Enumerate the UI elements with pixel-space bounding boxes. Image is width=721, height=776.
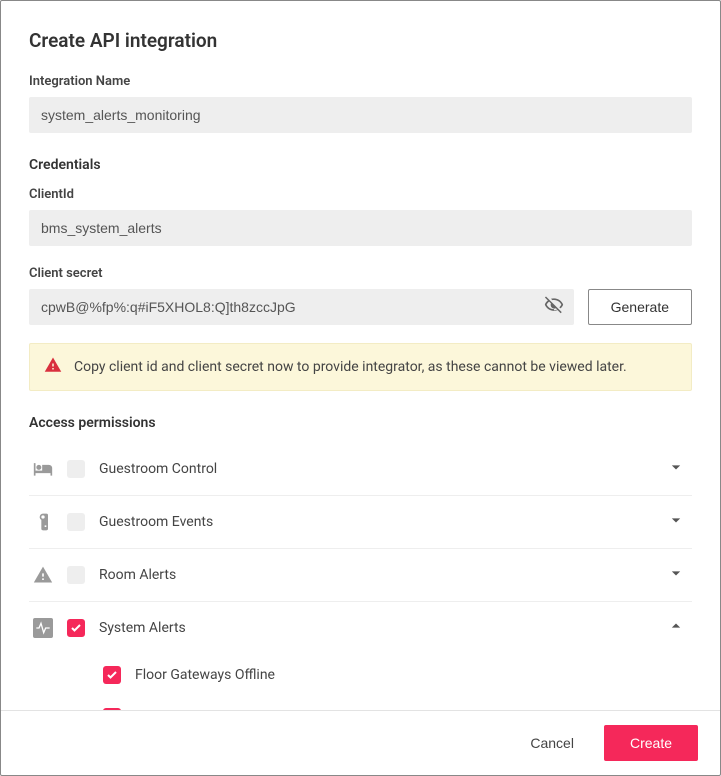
warning-banner: Copy client id and client secret now to … bbox=[29, 343, 692, 391]
integration-name-input[interactable] bbox=[29, 97, 692, 133]
permission-row-guestroom-control[interactable]: Guestroom Control bbox=[29, 443, 692, 496]
dialog-footer: Cancel Create bbox=[1, 710, 720, 775]
checkbox-room-alerts[interactable] bbox=[67, 566, 85, 584]
chevron-down-icon[interactable] bbox=[666, 510, 686, 534]
dialog-title: Create API integration bbox=[29, 29, 692, 52]
permission-row-guestroom-events[interactable]: Guestroom Events bbox=[29, 496, 692, 549]
permission-label: Guestroom Control bbox=[99, 461, 652, 477]
permission-row-system-alerts[interactable]: System Alerts bbox=[29, 602, 692, 654]
client-id-label: ClientId bbox=[29, 187, 692, 202]
warning-triangle-icon bbox=[33, 565, 53, 585]
create-api-integration-dialog: Create API integration Integration Name … bbox=[0, 0, 721, 776]
sub-permission-floor-gateways-offline[interactable]: Floor Gateways Offline bbox=[29, 654, 692, 696]
chevron-down-icon[interactable] bbox=[666, 563, 686, 587]
create-button[interactable]: Create bbox=[604, 725, 698, 761]
checkbox-system-alerts[interactable] bbox=[67, 619, 85, 637]
permission-label: Guestroom Events bbox=[99, 514, 652, 530]
warning-icon bbox=[44, 356, 62, 378]
sub-permission-fias-offline[interactable]: FIAS Offline bbox=[29, 696, 692, 710]
dialog-body: Create API integration Integration Name … bbox=[1, 1, 720, 710]
chevron-down-icon[interactable] bbox=[666, 457, 686, 481]
permission-row-room-alerts[interactable]: Room Alerts bbox=[29, 549, 692, 602]
warning-text: Copy client id and client secret now to … bbox=[74, 359, 627, 375]
doorhanger-icon bbox=[33, 512, 53, 532]
integration-name-label: Integration Name bbox=[29, 74, 692, 89]
permissions-list: Guestroom Control Guestroom Events bbox=[29, 443, 692, 710]
permission-label: System Alerts bbox=[99, 620, 652, 636]
credentials-section-label: Credentials bbox=[29, 157, 692, 173]
checkbox-floor-gateways-offline[interactable] bbox=[103, 666, 121, 684]
generate-button[interactable]: Generate bbox=[588, 289, 692, 325]
client-secret-input[interactable] bbox=[29, 289, 574, 325]
bed-icon bbox=[33, 459, 53, 479]
sub-permission-label: Floor Gateways Offline bbox=[135, 667, 275, 683]
checkbox-guestroom-control[interactable] bbox=[67, 460, 85, 478]
client-id-input[interactable] bbox=[29, 210, 692, 246]
access-permissions-label: Access permissions bbox=[29, 415, 692, 431]
permission-label: Room Alerts bbox=[99, 567, 652, 583]
chevron-up-icon[interactable] bbox=[666, 616, 686, 640]
client-secret-label: Client secret bbox=[29, 266, 692, 281]
cancel-button[interactable]: Cancel bbox=[520, 727, 584, 759]
visibility-off-icon[interactable] bbox=[544, 295, 564, 319]
heartbeat-icon bbox=[33, 618, 53, 638]
checkbox-guestroom-events[interactable] bbox=[67, 513, 85, 531]
